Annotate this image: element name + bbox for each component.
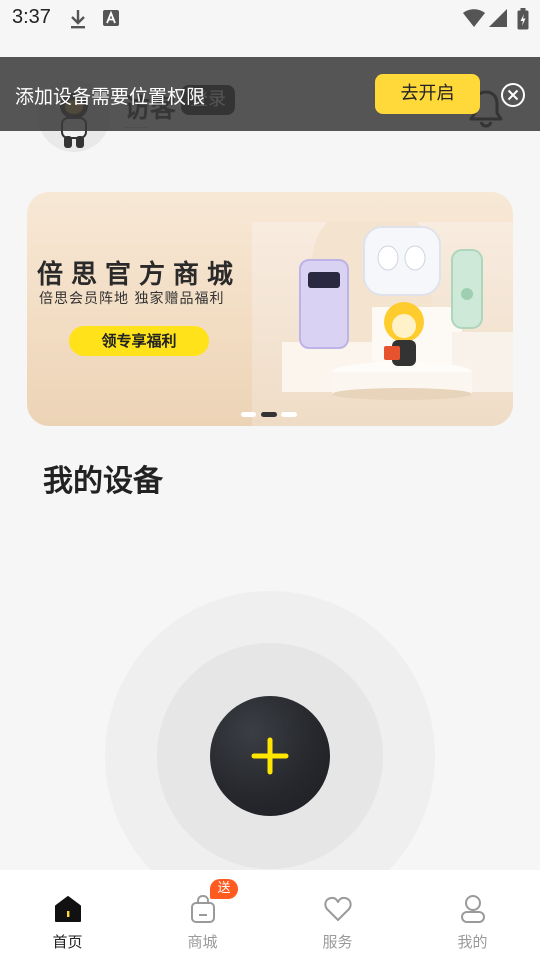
promo-title: 倍思官方商城 bbox=[37, 260, 242, 290]
plus-icon bbox=[251, 737, 289, 775]
promo-carousel[interactable]: 倍思官方商城 倍思会员阵地 独家赠品福利 领专享福利 bbox=[27, 192, 513, 426]
person-icon bbox=[458, 894, 488, 924]
add-device-button[interactable] bbox=[210, 696, 330, 816]
promo-subtitle: 倍思会员阵地 独家赠品福利 bbox=[39, 291, 225, 307]
location-permission-banner: 添加设备需要位置权限 去开启 bbox=[0, 57, 540, 131]
permission-message: 添加设备需要位置权限 bbox=[15, 86, 206, 108]
download-icon bbox=[68, 8, 88, 34]
home-screen: 3:37 访客 —— 登录 bbox=[0, 0, 540, 960]
promo-cta-button[interactable]: 领专享福利 bbox=[69, 326, 209, 356]
nav-service[interactable]: 服务 bbox=[270, 870, 405, 960]
nav-label-service: 服务 bbox=[322, 933, 353, 951]
promo-product-image bbox=[252, 202, 513, 426]
battery-icon bbox=[517, 8, 529, 34]
carousel-dot[interactable] bbox=[241, 412, 256, 417]
carousel-dot-active[interactable] bbox=[261, 412, 277, 417]
shop-gift-badge: 送 bbox=[210, 879, 238, 899]
cell-signal-icon bbox=[488, 8, 508, 32]
my-devices-title: 我的设备 bbox=[43, 464, 163, 499]
nav-label-home: 首页 bbox=[52, 933, 83, 951]
wifi-icon bbox=[462, 8, 486, 32]
nav-profile[interactable]: 我的 bbox=[405, 870, 540, 960]
home-icon bbox=[53, 894, 83, 924]
close-circle-icon[interactable] bbox=[500, 82, 526, 108]
bottom-navigation: 首页 送 商城 服务 我的 bbox=[0, 870, 540, 960]
status-bar: 3:37 bbox=[0, 0, 540, 38]
status-time: 3:37 bbox=[12, 6, 51, 28]
nav-shop[interactable]: 送 商城 bbox=[135, 870, 270, 960]
nav-label-profile: 我的 bbox=[457, 933, 488, 951]
nav-home[interactable]: 首页 bbox=[0, 870, 135, 960]
carousel-dot[interactable] bbox=[281, 412, 297, 417]
heart-icon bbox=[323, 894, 353, 924]
enable-permission-button[interactable]: 去开启 bbox=[375, 74, 480, 114]
font-a-icon bbox=[102, 8, 120, 32]
nav-label-shop: 商城 bbox=[187, 933, 218, 951]
